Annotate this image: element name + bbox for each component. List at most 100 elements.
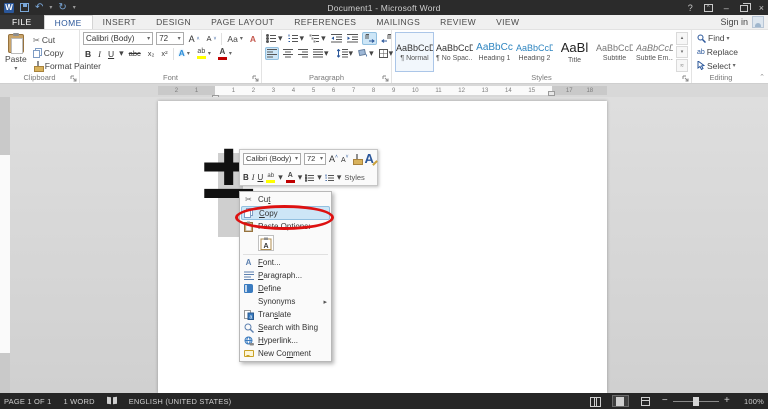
qat-customize-icon[interactable]: ▾	[73, 3, 76, 13]
clipboard-dialog-launcher[interactable]	[70, 75, 77, 82]
ribbon-display-options-icon[interactable]: ^	[704, 4, 713, 12]
mini-font-color-button[interactable]: A	[286, 172, 295, 183]
style-subtle-emphasis[interactable]: AaBbCcDt Subtle Em...	[635, 32, 674, 72]
undo-icon[interactable]: ↶	[35, 3, 43, 13]
align-left-button[interactable]	[265, 47, 279, 60]
decrease-indent-button[interactable]	[330, 32, 343, 45]
help-icon[interactable]: ?	[688, 3, 693, 13]
find-button[interactable]: Find ▾	[695, 32, 747, 45]
mini-font-name-select[interactable]: Calibri (Body) ▾	[243, 153, 301, 165]
font-dialog-launcher[interactable]	[252, 75, 259, 82]
rtl-text-direction-button[interactable]	[380, 32, 393, 45]
menu-item-new-comment[interactable]: New Comment	[241, 347, 330, 360]
shrink-font-button[interactable]: A˅	[205, 32, 219, 45]
underline-dropdown-icon[interactable]: ▾	[119, 48, 124, 59]
numbering-button[interactable]: ▾	[287, 32, 306, 45]
highlight-button[interactable]: ab ▾	[195, 47, 213, 60]
justify-button[interactable]: ▾	[312, 47, 330, 60]
styles-scroll-down[interactable]: ▾	[676, 46, 688, 59]
zoom-in-button[interactable]: +	[724, 396, 730, 406]
bold-button[interactable]: B	[83, 47, 93, 60]
undo-dropdown-icon[interactable]: ▾	[49, 3, 52, 13]
read-mode-button[interactable]	[587, 395, 604, 407]
tab-insert[interactable]: INSERT	[93, 15, 146, 29]
text-effects-button[interactable]: A ▾	[177, 47, 192, 60]
proofing-status-icon[interactable]	[107, 397, 117, 405]
mini-font-color-dropdown-icon[interactable]: ▾	[298, 172, 303, 183]
italic-button[interactable]: I	[96, 47, 103, 60]
mini-font-size-select[interactable]: 72 ▾	[304, 153, 326, 165]
style-title[interactable]: AaBl Title	[555, 32, 594, 72]
align-right-button[interactable]	[297, 47, 309, 60]
page-indicator[interactable]: PAGE 1 OF 1	[4, 397, 52, 406]
tab-page-layout[interactable]: PAGE LAYOUT	[201, 15, 284, 29]
menu-item-cut[interactable]: ✂ Cut	[241, 193, 330, 206]
mini-styles-icon[interactable]: A	[365, 152, 374, 165]
word-app-icon[interactable]: W	[4, 3, 14, 13]
menu-item-search-with-bing[interactable]: Search with Bing	[241, 321, 330, 334]
mini-italic-button[interactable]: I	[252, 173, 255, 182]
sign-in[interactable]: Sign in	[720, 15, 768, 29]
save-icon[interactable]	[20, 3, 29, 12]
tab-references[interactable]: REFERENCES	[284, 15, 366, 29]
style-normal[interactable]: AaBbCcDc ¶ Normal	[395, 32, 434, 72]
mini-format-painter-icon[interactable]	[352, 154, 362, 164]
zoom-out-button[interactable]: −	[662, 396, 668, 406]
font-color-button[interactable]: A ▾	[216, 47, 234, 60]
styles-scroll-up[interactable]: ▴	[676, 32, 688, 45]
superscript-button[interactable]: x²	[159, 47, 169, 60]
style-heading-1[interactable]: AaBbCc Heading 1	[475, 32, 514, 72]
print-layout-button[interactable]	[612, 395, 629, 407]
mini-shrink-font-button[interactable]: A˅	[341, 154, 349, 164]
mini-bullets-icon[interactable]	[305, 174, 314, 182]
tab-mailings[interactable]: MAILINGS	[366, 15, 430, 29]
tab-view[interactable]: VIEW	[486, 15, 529, 29]
align-center-button[interactable]	[282, 47, 294, 60]
underline-button[interactable]: U	[106, 47, 116, 60]
replace-button[interactable]: ab Replace	[695, 46, 747, 59]
style-subtitle[interactable]: AaBbCcD Subtitle	[595, 32, 634, 72]
mini-numbering-icon[interactable]	[325, 174, 334, 182]
right-indent-marker[interactable]	[548, 91, 555, 96]
mini-numbering-dropdown-icon[interactable]: ▾	[337, 172, 342, 183]
shading-button[interactable]: ▾	[357, 47, 375, 60]
zoom-slider-thumb[interactable]	[693, 397, 699, 406]
bullets-button[interactable]: ▾	[265, 32, 284, 45]
ltr-text-direction-button[interactable]	[362, 32, 377, 45]
menu-item-font[interactable]: A Font...	[241, 256, 330, 269]
language-indicator[interactable]: ENGLISH (UNITED STATES)	[129, 397, 232, 406]
vertical-ruler[interactable]	[0, 97, 10, 393]
zoom-slider[interactable]	[673, 401, 719, 402]
tab-review[interactable]: REVIEW	[430, 15, 486, 29]
mini-underline-button[interactable]: U	[257, 173, 263, 182]
paste-button[interactable]: Paste ▾	[3, 32, 29, 72]
strikethrough-button[interactable]: abc	[127, 47, 143, 60]
tab-design[interactable]: DESIGN	[146, 15, 201, 29]
word-count[interactable]: 1 WORD	[64, 397, 95, 406]
styles-dialog-launcher[interactable]	[682, 75, 689, 82]
mini-highlight-dropdown-icon[interactable]: ▾	[278, 172, 283, 183]
mini-highlight-button[interactable]: ab	[266, 173, 275, 183]
keep-source-formatting-button[interactable]: A	[258, 235, 274, 251]
restore-icon[interactable]	[740, 5, 748, 12]
style-no-spacing[interactable]: AaBbCcDc ¶ No Spac...	[435, 32, 474, 72]
style-heading-2[interactable]: AaBbCcD Heading 2	[515, 32, 554, 72]
collapse-ribbon-icon[interactable]: ⌃	[759, 73, 765, 81]
zoom-percentage[interactable]: 100%	[738, 397, 764, 406]
web-layout-button[interactable]	[637, 395, 654, 407]
select-button[interactable]: Select ▾	[695, 59, 747, 72]
multilevel-list-button[interactable]: ▾	[308, 32, 327, 45]
increase-indent-button[interactable]	[346, 32, 359, 45]
paragraph-dialog-launcher[interactable]	[382, 75, 389, 82]
tab-file[interactable]: FILE	[0, 15, 44, 29]
mini-styles-button[interactable]: Styles	[344, 173, 364, 182]
font-size-select[interactable]: 72 ▾	[156, 32, 183, 45]
line-spacing-button[interactable]: ▾	[336, 47, 355, 60]
close-icon[interactable]: ×	[759, 3, 764, 13]
mini-grow-font-button[interactable]: A˄	[329, 154, 338, 164]
change-case-button[interactable]: Aa▾	[225, 32, 244, 45]
mini-bold-button[interactable]: B	[243, 173, 249, 182]
horizontal-ruler[interactable]: 2 1 1 2 3 4 5 6 7 8 9 10 11 12 13 14 15	[158, 86, 607, 95]
menu-item-copy[interactable]: Copy	[241, 206, 330, 220]
clear-formatting-button[interactable]: A	[248, 32, 258, 45]
